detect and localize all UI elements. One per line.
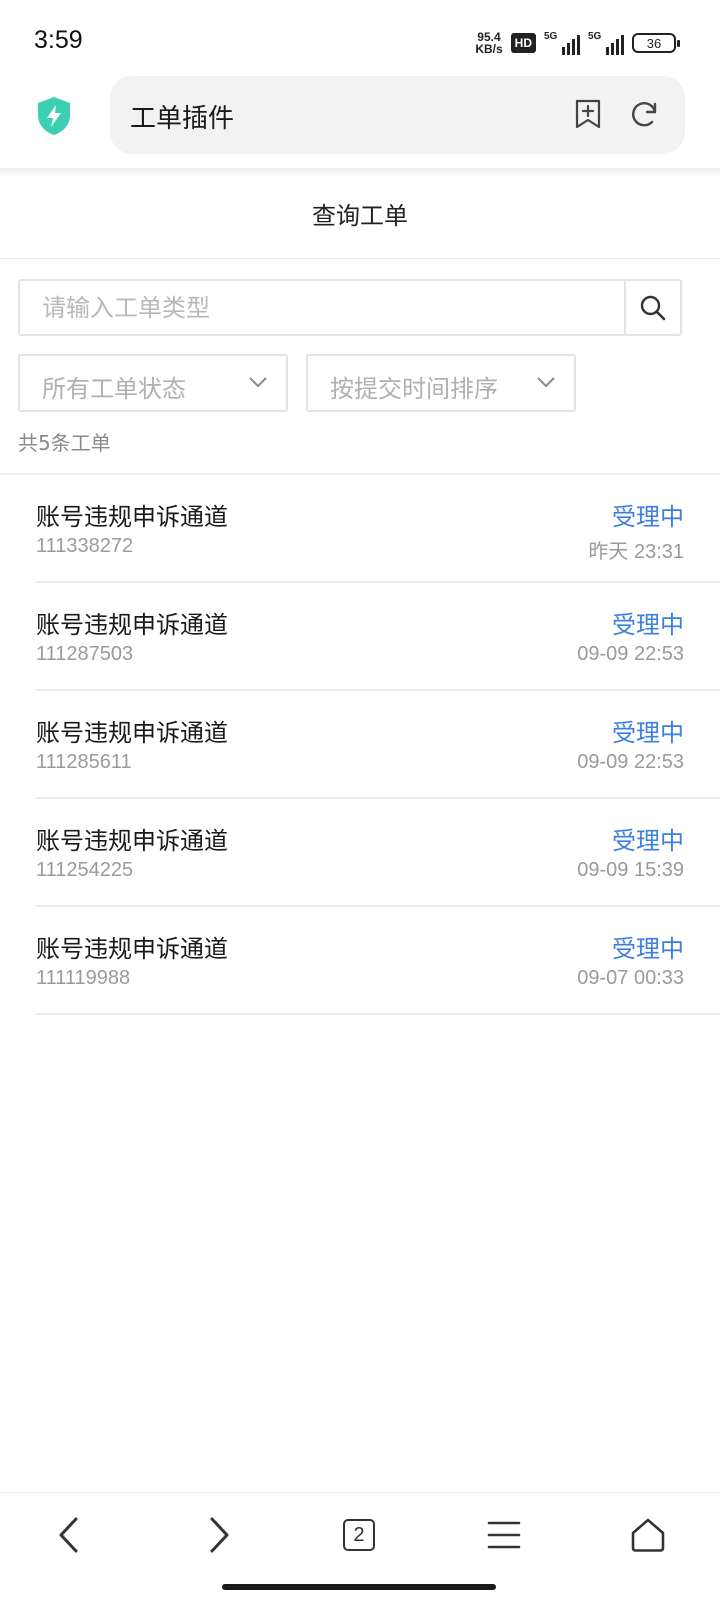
battery-icon: 36 [632, 33, 680, 53]
home-icon [631, 1518, 665, 1552]
status-filter-select[interactable]: 所有工单状态 [18, 354, 288, 412]
search-icon [640, 295, 666, 320]
ticket-time: 09-07 00:33 [577, 967, 684, 989]
address-bar-title: 工单插件 [130, 104, 235, 134]
status-icons: 95.4 KB/s HD 5G 5G 36 [475, 30, 680, 56]
ticket-time: 昨天 23:31 [588, 541, 684, 563]
search-button[interactable] [624, 281, 680, 334]
ticket-title: 账号违规申诉通道 [36, 611, 228, 639]
hd-voice-badge: HD [510, 33, 536, 53]
ticket-time: 09-09 15:39 [577, 859, 684, 881]
ticket-id: 111119988 [36, 967, 131, 989]
ticket-id: 111287503 [36, 643, 134, 665]
ticket-status: 受理中 [612, 935, 684, 963]
search-bar [18, 279, 682, 336]
ticket-title: 账号违规申诉通道 [36, 719, 228, 747]
sort-label: 按提交时间排序 [330, 375, 498, 403]
chevron-down-icon [249, 377, 267, 388]
tabs-button[interactable]: 2 [337, 1513, 381, 1557]
ticket-time: 09-09 22:53 [577, 643, 684, 665]
chevron-down-icon [537, 377, 555, 388]
ticket-status: 受理中 [612, 503, 684, 531]
ticket-id: 111338272 [36, 535, 134, 557]
ticket-title: 账号违规申诉通道 [36, 503, 228, 531]
ticket-id: 111285611 [36, 751, 132, 773]
status-filter-label: 所有工单状态 [42, 375, 186, 403]
shield-bolt-icon[interactable] [36, 96, 72, 136]
bookmark-add-icon[interactable] [572, 98, 604, 130]
sort-select[interactable]: 按提交时间排序 [306, 354, 576, 412]
ticket-row[interactable]: 账号违规申诉通道 111254225 受理中 09-09 15:39 [36, 799, 720, 907]
ticket-count: 共5条工单 [18, 431, 111, 455]
menu-button[interactable] [482, 1513, 526, 1557]
signal-1-label: 5G [544, 31, 558, 42]
tabs-icon: 2 [343, 1519, 375, 1551]
home-button[interactable] [626, 1513, 670, 1557]
back-arrow-icon [59, 1517, 78, 1553]
ticket-row[interactable]: 账号违规申诉通道 111338272 受理中 昨天 23:31 [36, 475, 720, 583]
ticket-row[interactable]: 账号违规申诉通道 111285611 受理中 09-09 22:53 [36, 691, 720, 799]
bottom-nav: 2 [0, 1492, 720, 1572]
status-time: 3:59 [34, 26, 83, 54]
forward-button[interactable] [196, 1513, 240, 1557]
menu-icon [487, 1521, 521, 1549]
network-speed-unit: KB/s [475, 42, 503, 56]
signal-2-icon: 5G [588, 31, 624, 55]
status-bar: 3:59 95.4 KB/s HD 5G 5G 36 [0, 0, 720, 80]
ticket-status: 受理中 [612, 827, 684, 855]
search-input[interactable] [20, 281, 626, 334]
ticket-time: 09-09 22:53 [577, 751, 684, 773]
browser-toolbar: 工单插件 [0, 76, 720, 168]
ticket-title: 账号违规申诉通道 [36, 827, 228, 855]
divider [0, 258, 720, 259]
back-button[interactable] [48, 1513, 92, 1557]
address-bar[interactable]: 工单插件 [110, 76, 685, 154]
ticket-title: 账号违规申诉通道 [36, 935, 228, 963]
forward-arrow-icon [210, 1517, 229, 1553]
ticket-status: 受理中 [612, 611, 684, 639]
network-speed: 95.4 KB/s [475, 31, 502, 55]
ticket-list: 账号违规申诉通道 111338272 受理中 昨天 23:31 账号违规申诉通道… [0, 475, 720, 1015]
ticket-row[interactable]: 账号违规申诉通道 111287503 受理中 09-09 22:53 [36, 583, 720, 691]
signal-1-icon: 5G [544, 31, 580, 55]
battery-level: 36 [646, 35, 662, 51]
ticket-row[interactable]: 账号违规申诉通道 111119988 受理中 09-07 00:33 [36, 907, 720, 1015]
ticket-status: 受理中 [612, 719, 684, 747]
page-title: 查询工单 [312, 202, 408, 230]
reload-icon[interactable] [628, 98, 660, 130]
toolbar-shadow [0, 168, 720, 176]
signal-2-label: 5G [588, 31, 602, 42]
home-indicator[interactable] [222, 1584, 496, 1590]
ticket-id: 111254225 [36, 859, 134, 881]
